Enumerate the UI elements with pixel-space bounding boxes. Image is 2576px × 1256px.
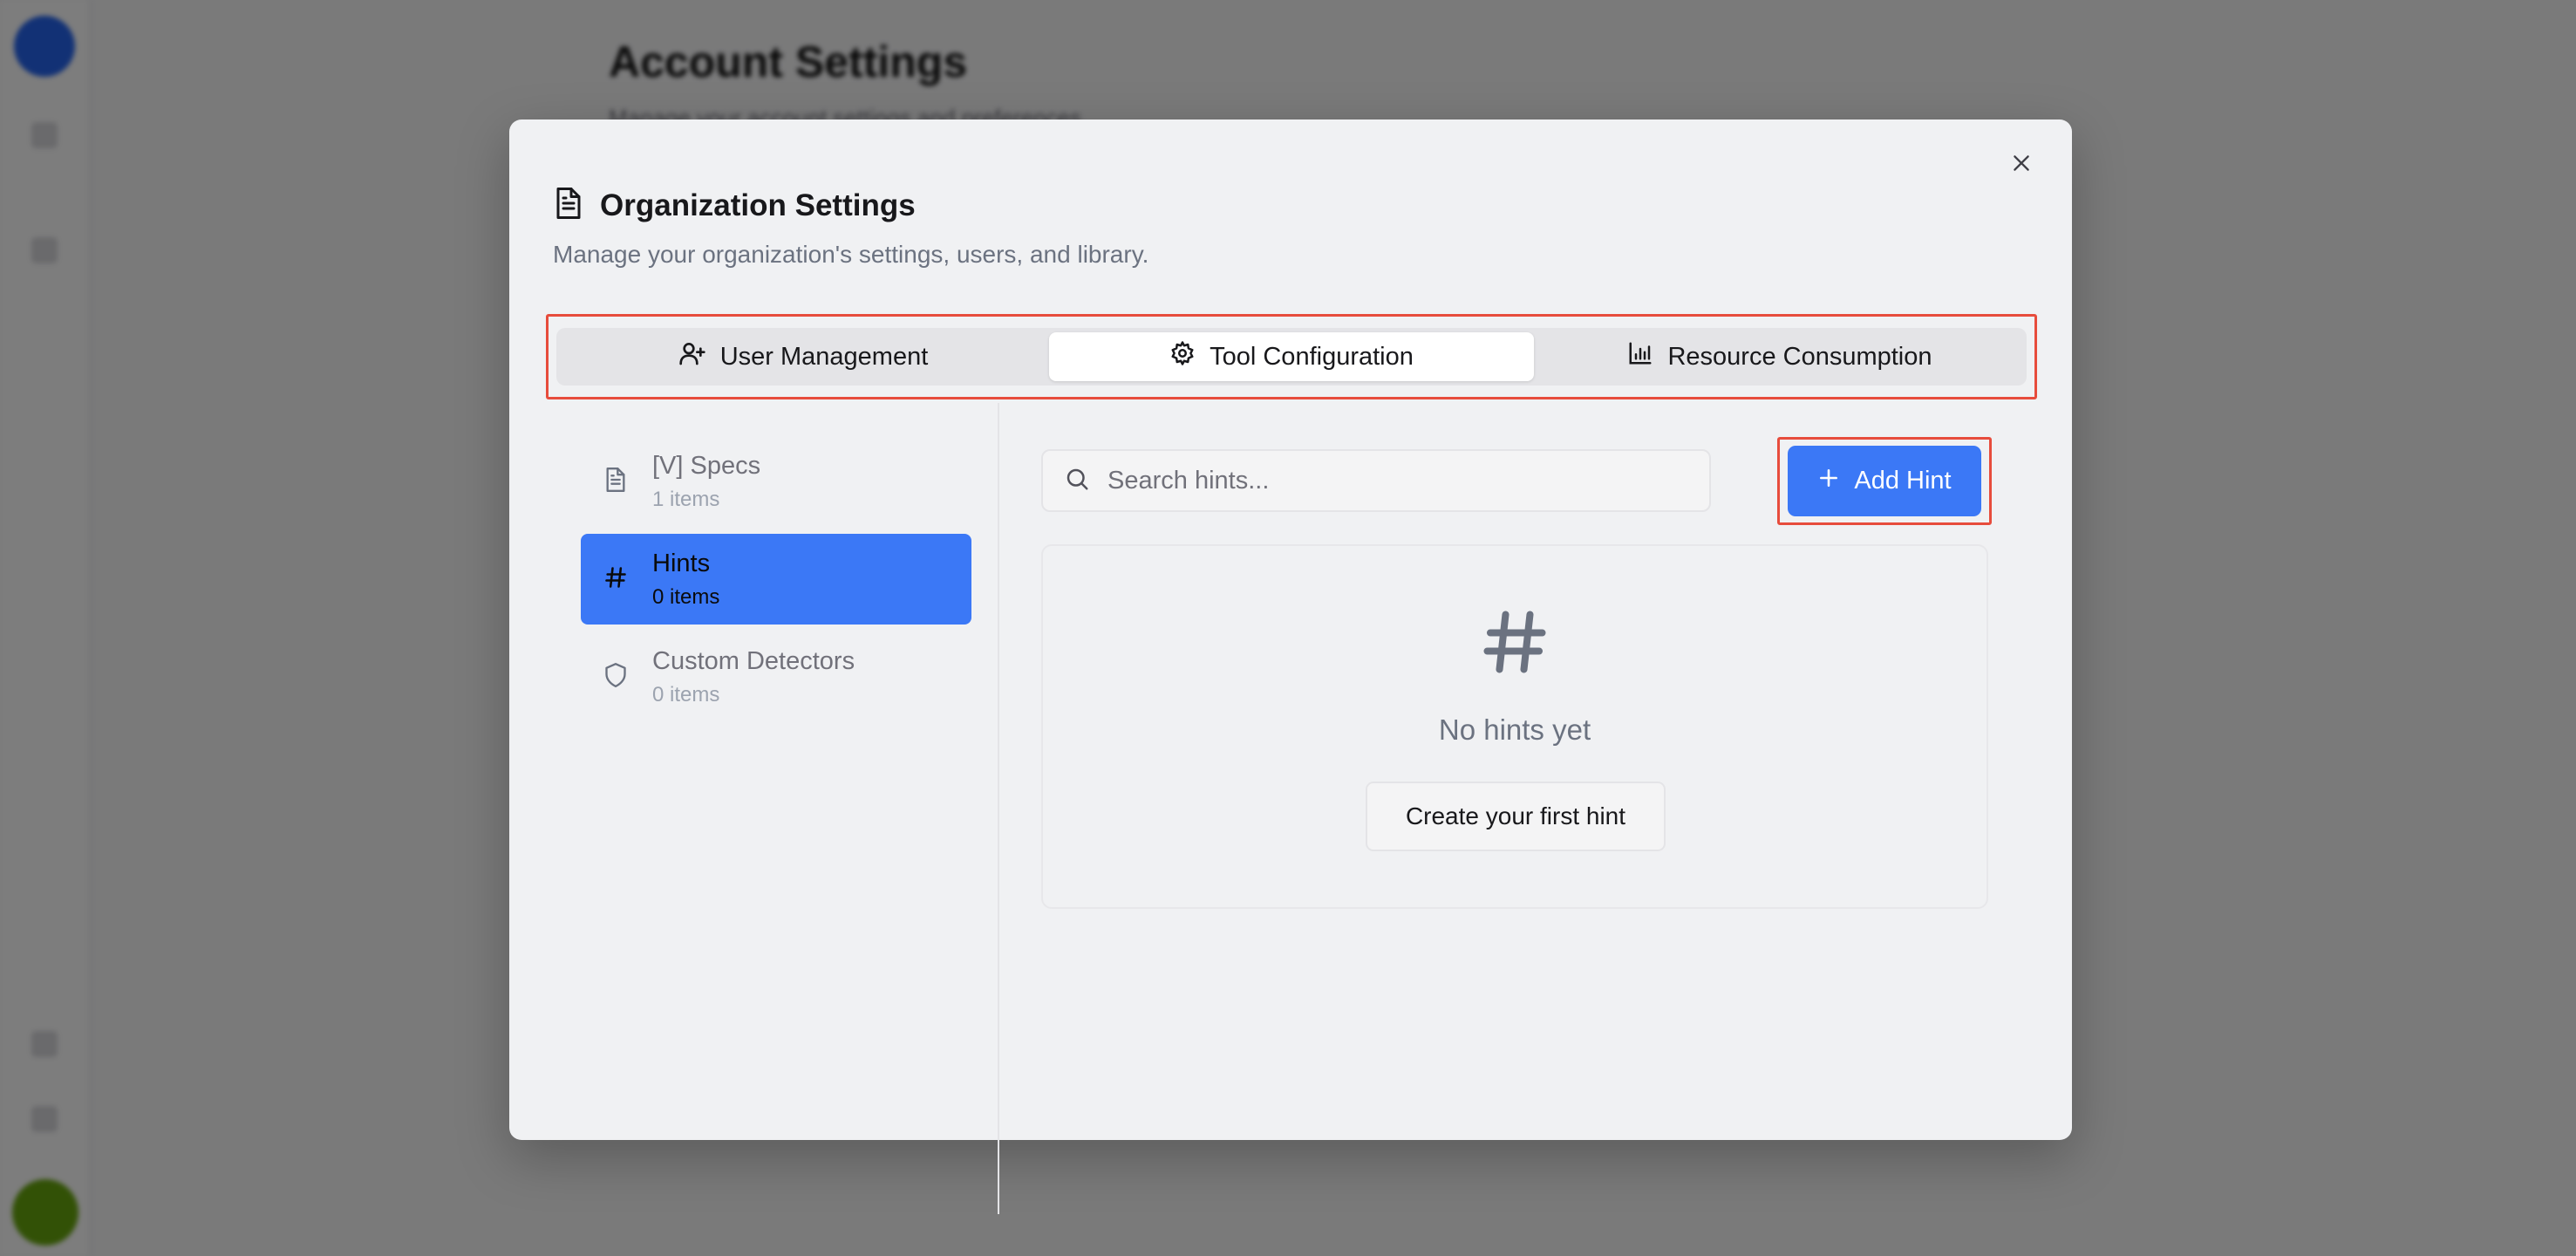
modal-header: Organization Settings Manage your organi… (553, 186, 1148, 269)
settings-tabs: User Management Tool Configuration Resou… (556, 328, 2027, 386)
modal-description: Manage your organization's settings, use… (553, 241, 1149, 268)
tab-resource-consumption[interactable]: Resource Consumption (1537, 332, 2022, 381)
modal-title: Organization Settings (600, 188, 916, 222)
add-hint-label: Add Hint (1854, 467, 1952, 495)
organization-settings-modal: Organization Settings Manage your organi… (509, 119, 2072, 1214)
search-field[interactable] (1041, 449, 1711, 512)
tab-user-management[interactable]: User Management (561, 332, 1046, 381)
empty-state-message: No hints yet (1438, 713, 1591, 746)
sidebar-item-count: 1 items (652, 487, 720, 511)
document-icon (553, 186, 584, 225)
sidebar-item-hints[interactable]: Hints 0 items (581, 534, 971, 625)
tab-label: Resource Consumption (1667, 342, 1932, 371)
tab-tool-configuration[interactable]: Tool Configuration (1049, 332, 1534, 381)
search-input[interactable] (1107, 466, 1674, 495)
sidebar-item-custom-detectors[interactable]: Custom Detectors 0 items (581, 631, 971, 722)
hash-icon (1478, 600, 1551, 688)
add-hint-highlight: Add Hint (1777, 437, 1992, 525)
config-sidebar: [V] Specs 1 items Hints 0 items Custom D… (581, 436, 971, 729)
shield-icon (603, 661, 628, 693)
search-icon (1064, 466, 1090, 496)
sidebar-item-label: [V] Specs (652, 451, 761, 480)
sidebar-item-count: 0 items (652, 682, 720, 706)
create-first-hint-button[interactable]: Create your first hint (1366, 782, 1666, 851)
close-button[interactable] (2002, 146, 2041, 184)
gear-icon (1169, 340, 1196, 373)
tab-label: User Management (719, 342, 929, 371)
content-divider (998, 403, 999, 1214)
tabs-highlight: User Management Tool Configuration Resou… (546, 314, 2037, 399)
tab-label: Tool Configuration (1210, 342, 1414, 371)
sidebar-item-label: Hints (652, 549, 711, 577)
sidebar-item-specs[interactable]: [V] Specs 1 items (581, 436, 971, 527)
close-icon (2010, 152, 2033, 179)
bar-chart-icon (1627, 340, 1653, 373)
plus-icon (1817, 467, 1840, 496)
document-icon (603, 466, 628, 498)
sidebar-item-label: Custom Detectors (652, 646, 855, 675)
add-hint-button[interactable]: Add Hint (1788, 446, 1981, 516)
empty-state-card: No hints yet Create your first hint (1041, 544, 1988, 909)
user-plus-icon (678, 339, 706, 374)
sidebar-item-count: 0 items (652, 584, 720, 609)
hash-icon (603, 564, 628, 595)
